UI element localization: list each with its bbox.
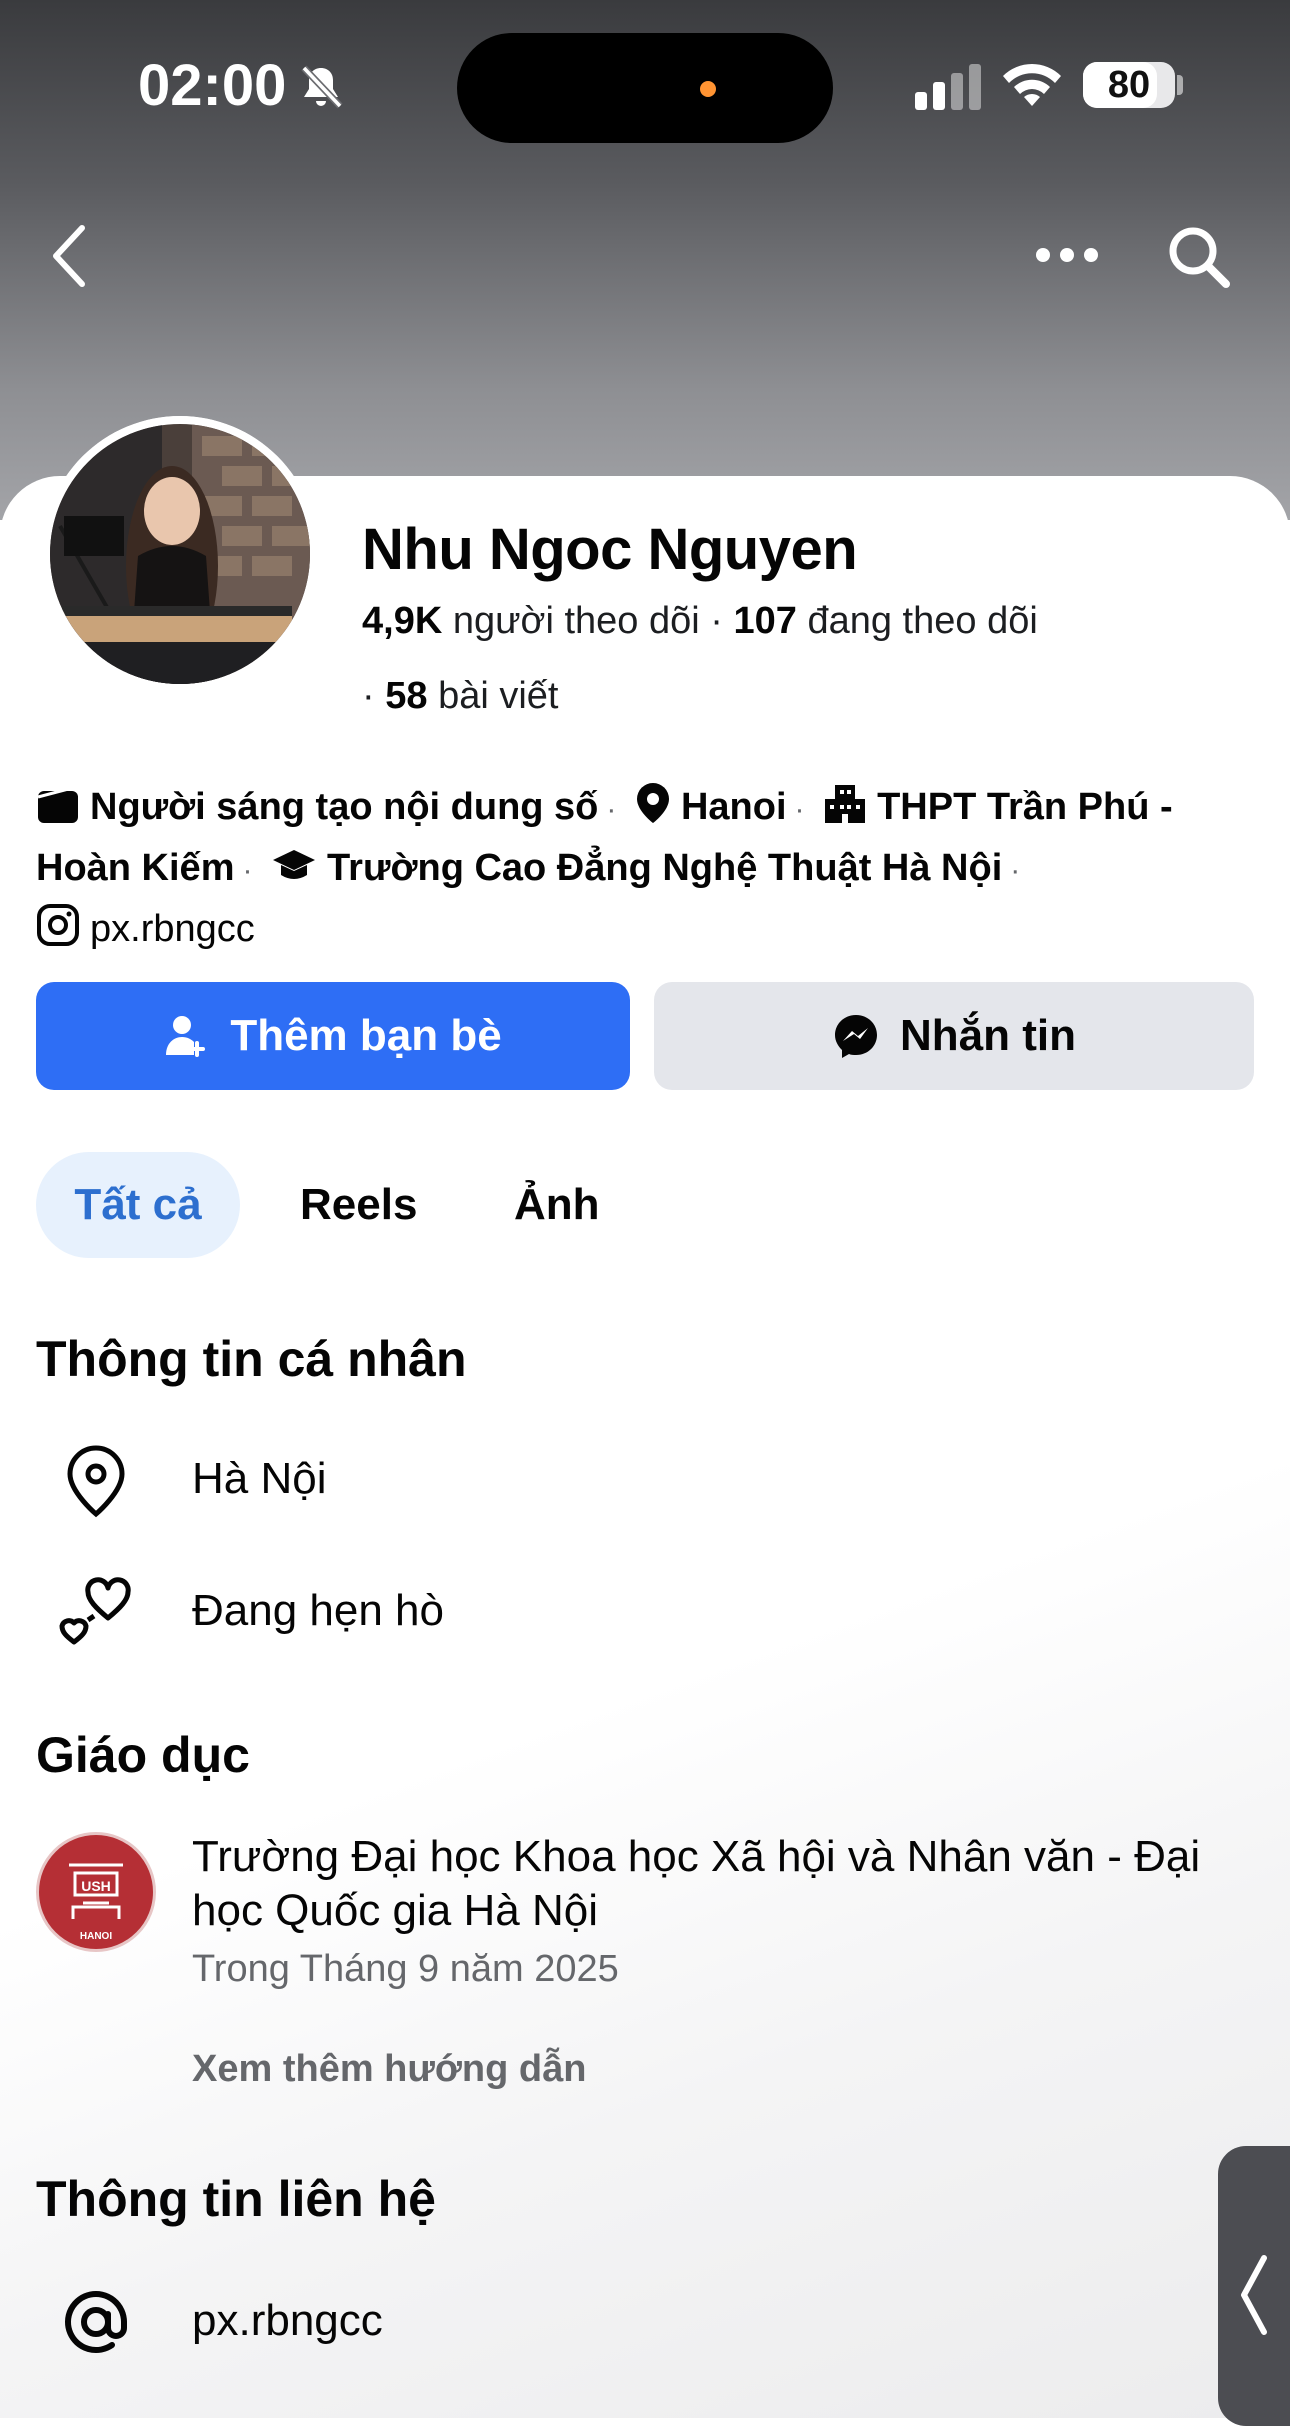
add-friend-label: Thêm bạn bè <box>230 1011 502 1060</box>
at-sign-icon <box>65 2291 127 2354</box>
profile-posts: · 58 bài viết <box>362 675 558 718</box>
school-logo[interactable]: USH HANOI <box>36 1832 156 1952</box>
personal-info-title: Thông tin cá nhân <box>36 1331 467 1387</box>
clapperboard-icon <box>37 785 78 823</box>
graduation-cap-icon <box>273 850 316 879</box>
battery-cap <box>1177 75 1183 95</box>
posts-label: bài viết <box>438 675 559 717</box>
see-more-link[interactable]: Xem thêm hướng dẫn <box>192 2048 586 2091</box>
cellular-signal-icon <box>915 64 981 110</box>
following-label[interactable]: đang theo dõi <box>807 600 1037 642</box>
battery-level: 80 <box>1107 64 1151 106</box>
battery-indicator: 80 <box>1083 62 1175 108</box>
add-friend-button[interactable]: Thêm bạn bè <box>36 982 630 1090</box>
personal-location: Hà Nội <box>192 1454 327 1503</box>
bio-instagram[interactable]: px.rbngcc <box>90 908 255 950</box>
profile-avatar[interactable] <box>42 416 318 692</box>
search-icon[interactable] <box>1164 222 1234 292</box>
more-options-icon[interactable] <box>1034 238 1100 272</box>
bio-location: Hanoi <box>680 786 787 828</box>
education-date: Trong Tháng 9 năm 2025 <box>192 1948 619 1990</box>
contact-instagram[interactable]: px.rbngcc <box>192 2296 383 2346</box>
location-pin-icon <box>636 783 669 823</box>
location-pin-icon <box>67 1445 125 1518</box>
stats-separator: · <box>710 600 734 642</box>
dynamic-island <box>457 33 833 143</box>
back-arrow-icon[interactable] <box>48 222 92 290</box>
school-logo-text: HANOI <box>80 1931 112 1942</box>
message-label: Nhắn tin <box>900 1011 1076 1060</box>
bell-off-icon <box>301 65 343 109</box>
following-count[interactable]: 107 <box>733 600 796 642</box>
status-time: 02:00 <box>138 53 287 118</box>
bio-category: Người sáng tạo nội dung số <box>90 786 599 828</box>
side-panel-handle[interactable] <box>1218 2146 1290 2426</box>
tab-photos[interactable]: Ảnh <box>514 1152 600 1258</box>
hearts-icon <box>59 1577 131 1645</box>
bio-college: Trường Cao Đẳng Nghệ Thuật Hà Nội <box>327 847 1003 889</box>
relationship-status: Đang hẹn hò <box>192 1586 444 1635</box>
education-title: Giáo dục <box>36 1727 250 1783</box>
tab-all[interactable]: Tất cả <box>36 1152 240 1258</box>
profile-name: Nhu Ngoc Nguyen <box>362 517 858 582</box>
school-building-icon <box>825 785 866 823</box>
add-friend-icon <box>166 1016 206 1057</box>
message-button[interactable]: Nhắn tin <box>654 982 1254 1090</box>
wifi-icon <box>1003 63 1061 106</box>
svg-text:USH: USH <box>81 1878 111 1894</box>
contact-info-title: Thông tin liên hệ <box>36 2171 436 2227</box>
profile-bio: Người sáng tạo nội dung số · Hanoi · THPT … <box>36 778 1266 958</box>
profile-stats: 4,9K người theo dõi · 107 đang theo dõi <box>362 600 1038 643</box>
instagram-icon <box>37 904 79 946</box>
stats-separator: · <box>362 675 386 717</box>
privacy-indicator <box>700 81 716 97</box>
chevron-left-icon <box>1241 2255 1267 2335</box>
posts-count: 58 <box>385 675 428 717</box>
messenger-icon <box>835 1015 877 1058</box>
profile-card <box>0 476 1290 2418</box>
followers-label[interactable]: người theo dõi <box>453 600 700 642</box>
tab-reels[interactable]: Reels <box>300 1152 417 1258</box>
followers-count[interactable]: 4,9K <box>362 600 442 642</box>
education-school[interactable]: Trường Đại học Khoa học Xã hội và Nhân v… <box>192 1830 1252 1938</box>
